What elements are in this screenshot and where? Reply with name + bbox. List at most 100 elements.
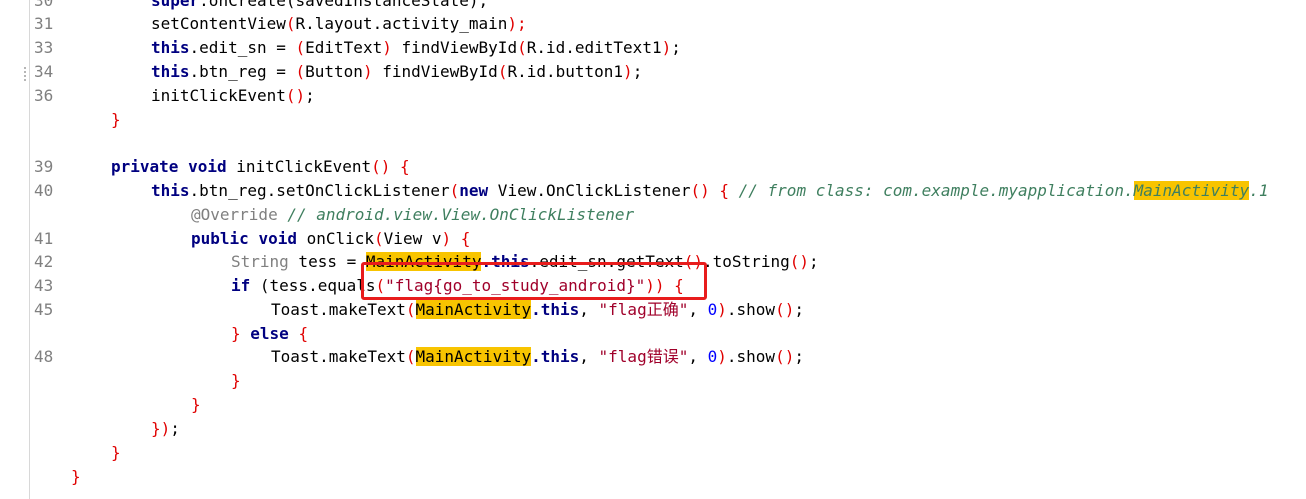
code-token: .onCreate(savedInstanceState); [199, 0, 489, 10]
code-line[interactable]: } [0, 393, 201, 417]
bracket: { [709, 181, 739, 200]
code-token: .edit_sn = [189, 38, 296, 57]
code-line[interactable]: } [0, 465, 81, 489]
annotation: @Override [191, 205, 278, 224]
string-literal: "flag错误" [598, 347, 689, 366]
line-number: 43 [34, 276, 54, 295]
code-token: setContentView [151, 14, 286, 33]
code-text: } else { [231, 322, 308, 346]
bracket: ) [717, 300, 727, 319]
code-token: ; [794, 300, 804, 319]
bracket: () [371, 157, 391, 176]
bracket: ( [405, 347, 416, 366]
code-token: initClickEvent [226, 157, 372, 176]
code-line[interactable]: } [0, 108, 121, 132]
code-token: ; [632, 62, 643, 81]
code-text: this.btn_reg = (Button) findViewById(R.i… [151, 60, 642, 84]
keyword: .this [531, 300, 580, 319]
bracket: ) [717, 347, 727, 366]
code-text: this.btn_reg.setOnClickListener(new View… [151, 179, 1268, 203]
bracket: () [789, 252, 809, 271]
bracket: ( [374, 229, 384, 248]
code-token: initClickEvent [151, 86, 286, 105]
code-token: ; [808, 252, 819, 271]
bracket: ( [295, 38, 306, 57]
code-token: .toString [703, 252, 790, 271]
code-token: ; [794, 347, 804, 366]
bracket: ) [661, 38, 672, 57]
code-line[interactable]: } [0, 441, 121, 465]
code-line[interactable]: 48 Toast.makeText(MainActivity.this, "fl… [0, 345, 804, 369]
code-text: }); [151, 417, 180, 441]
code-token: , [579, 300, 599, 319]
bracket: } [71, 467, 81, 486]
code-line[interactable]: @Override // android.view.View.OnClickLi… [0, 203, 634, 227]
code-line[interactable]: 42 String tess = MainActivity.this.edit_… [0, 250, 819, 274]
code-line[interactable]: }); [0, 417, 180, 441]
code-token: .show [726, 347, 776, 366]
code-line[interactable]: 36 initClickEvent(); [0, 84, 315, 108]
code-token: ( [250, 276, 270, 295]
bracket: () [775, 347, 795, 366]
code-line[interactable]: 39 private void initClickEvent() { [0, 155, 410, 179]
bracket: ) [441, 229, 452, 248]
code-text: this.edit_sn = (EditText) findViewById(R… [151, 36, 681, 60]
keyword: if [231, 276, 251, 295]
code-text: Toast.makeText(MainActivity.this, "flag错… [271, 345, 804, 369]
code-line[interactable]: 45 Toast.makeText(MainActivity.this, "fl… [0, 298, 804, 322]
code-text: setContentView(R.layout.activity_main); [151, 12, 527, 36]
bracket: () [775, 300, 795, 319]
bracket: ( [497, 62, 508, 81]
line-number: 39 [34, 157, 54, 176]
code-token: onClick [296, 229, 375, 248]
code-token: View.OnClickListener [488, 181, 691, 200]
string-literal: "flag正确" [598, 300, 689, 319]
code-token: .btn_reg = [189, 62, 296, 81]
line-number: 31 [34, 14, 54, 33]
code-line[interactable]: 34 this.btn_reg = (Button) findViewById(… [0, 60, 642, 84]
bracket: { [288, 324, 309, 343]
bracket: } [111, 443, 121, 462]
code-token: R.layout.activity_main [295, 14, 508, 33]
bracket: ) [382, 38, 392, 57]
code-token: .edit_sn.getText [529, 252, 684, 271]
code-line[interactable]: 31 setContentView(R.layout.activity_main… [0, 12, 527, 36]
code-text: } [191, 393, 201, 417]
code-line[interactable]: } [0, 369, 241, 393]
line-number: 48 [34, 347, 54, 366]
bracket: ) [623, 62, 633, 81]
code-line[interactable]: 41 public void onClick(View v) { [0, 227, 470, 251]
comment: .1 [1249, 181, 1269, 200]
code-editor[interactable]: 30 super.onCreate(savedInstanceState); 3… [0, 0, 1306, 499]
keyword: .this [531, 347, 580, 366]
bracket: { [664, 276, 684, 295]
comment: // from class: com.example.myapplication… [738, 181, 1134, 200]
code-line[interactable]: 40 this.btn_reg.setOnClickListener(new V… [0, 179, 1268, 203]
code-line[interactable]: 33 this.edit_sn = (EditText) findViewByI… [0, 36, 681, 60]
code-token: , [688, 347, 708, 366]
code-line[interactable]: } else { [0, 322, 308, 346]
bracket: )) [645, 276, 665, 295]
bracket: } [191, 395, 201, 414]
code-token: , [579, 347, 599, 366]
code-line[interactable]: 43 if (tess.equals("flag{go_to_study_and… [0, 274, 684, 298]
flag-string: "flag{go_to_study_android}" [385, 276, 646, 295]
keyword: void [258, 229, 297, 248]
bracket: { [390, 157, 410, 176]
line-number: 40 [34, 181, 54, 200]
code-text: private void initClickEvent() { [111, 155, 410, 179]
keyword: this [151, 38, 190, 57]
bracket: ( [285, 14, 296, 33]
code-token: Toast.makeText [271, 347, 406, 366]
bracket: ( [375, 276, 386, 295]
code-text: } [231, 369, 241, 393]
search-highlight: MainActivity [365, 252, 482, 271]
bracket: { [451, 229, 471, 248]
code-token: ; [671, 38, 681, 57]
bracket: () [285, 86, 306, 105]
code-token: R.id.editText1 [526, 38, 662, 57]
code-text: @Override // android.view.View.OnClickLi… [191, 203, 634, 227]
code-token: , [688, 300, 708, 319]
keyword: else [240, 324, 289, 343]
number-literal: 0 [707, 300, 718, 319]
